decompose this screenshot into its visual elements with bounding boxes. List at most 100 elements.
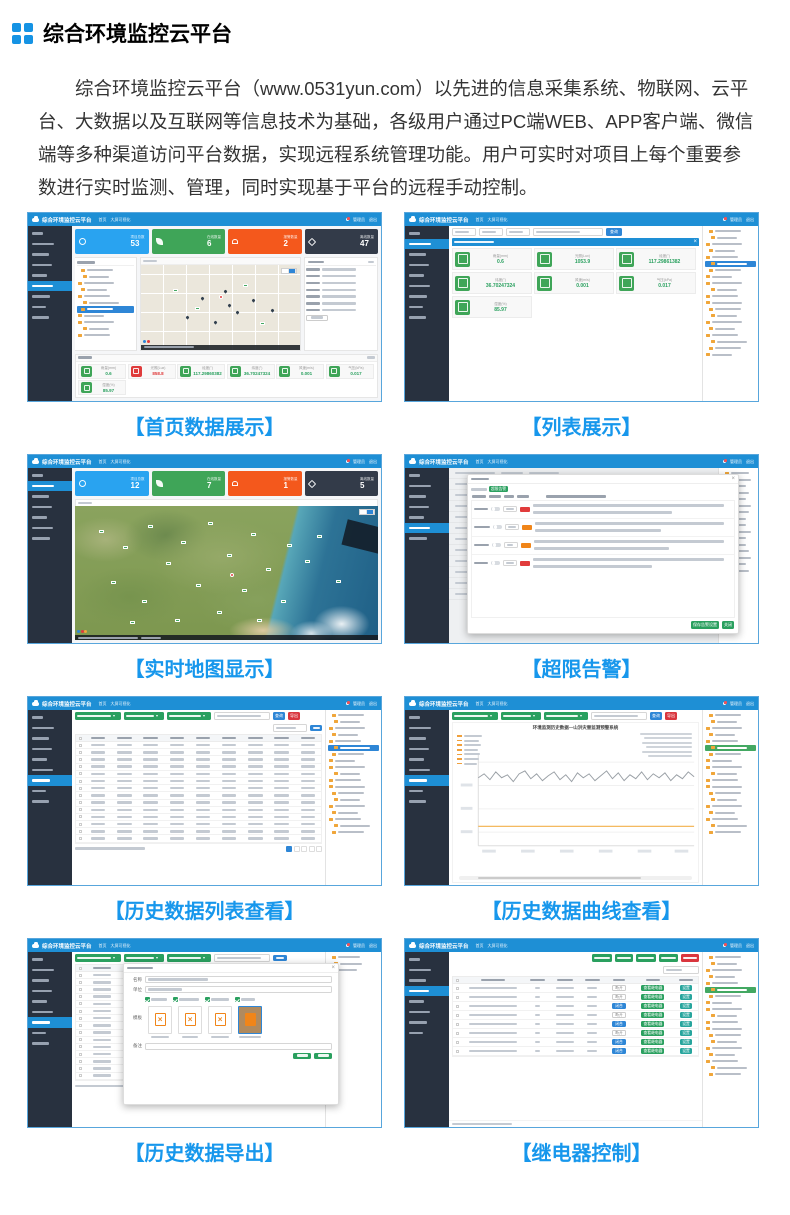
select-all-checkbox[interactable] [456,979,459,982]
tree-node[interactable] [705,1071,756,1078]
sidebar-menu[interactable] [28,468,72,643]
sidebar-item[interactable] [28,723,72,734]
tree-node[interactable] [705,816,756,823]
schedule-button[interactable]: 设置 [680,994,692,1000]
screenshot-relay-control[interactable]: 综合环境监控云平台 首页大屏可视化 管理员退出 [404,938,759,1128]
sidebar-item[interactable] [405,1028,449,1039]
nav-logout[interactable]: 退出 [746,459,754,465]
sidebar-item[interactable] [28,1007,72,1018]
sidebar-item[interactable] [28,291,72,302]
screenshot-history-export[interactable]: 综合环境监控云平台 首页大屏可视化 管理员退出 [27,938,382,1128]
sidebar-item[interactable] [28,765,72,776]
nav-menu-screen[interactable]: 大屏可视化 [111,217,131,223]
tree-node[interactable] [705,345,756,352]
stat-alarm[interactable]: 报警数量1 [228,471,302,496]
sidebar-item[interactable] [405,523,449,534]
relay-row[interactable]: 断开查看继电器设置 [453,1029,698,1038]
select-all-checkbox[interactable] [79,967,82,970]
filter-select[interactable] [479,228,503,236]
tree-node[interactable] [328,751,379,758]
tree-node[interactable] [705,293,756,300]
device-tree-panel[interactable] [702,952,758,1127]
tree-node[interactable] [705,803,756,810]
template-option-selected[interactable] [238,1006,262,1040]
row-checkbox[interactable] [79,1074,82,1077]
sidebar-item[interactable] [405,260,449,271]
schedule-button[interactable]: 设置 [680,985,692,991]
nav-logout[interactable]: 退出 [746,217,754,223]
relay-batch-button[interactable] [636,954,656,962]
sidebar-item[interactable] [405,723,449,734]
row-checkbox[interactable] [79,1060,82,1063]
row-checkbox[interactable] [456,1005,459,1008]
tree-node[interactable] [77,293,134,300]
table-row[interactable] [76,835,321,842]
schedule-button[interactable]: 设置 [680,1030,692,1036]
row-checkbox[interactable] [79,808,82,811]
sidebar-item[interactable] [28,1038,72,1049]
nav-user[interactable]: 管理员 [730,701,742,707]
tree-node[interactable] [705,980,756,987]
alarm-color-swatch[interactable] [520,507,530,512]
row-checkbox[interactable] [79,988,82,991]
tree-node[interactable] [328,790,379,797]
sidebar-item[interactable] [405,249,449,260]
sidebar-item[interactable] [405,239,449,250]
notification-bell-icon[interactable] [723,702,727,706]
relay-state-button[interactable]: 断开 [612,985,626,991]
stat-offline[interactable]: 离线数量5 [305,471,379,496]
select-all-checkbox[interactable] [79,737,82,740]
notification-bell-icon[interactable] [346,702,350,706]
row-checkbox[interactable] [79,787,82,790]
tree-node[interactable] [705,228,756,235]
row-checkbox[interactable] [79,1038,82,1041]
nav-user[interactable]: 管理员 [730,217,742,223]
sidebar-item[interactable] [28,965,72,976]
row-checkbox[interactable] [79,794,82,797]
row-checkbox[interactable] [79,837,82,840]
map-layer-switch[interactable] [359,509,375,515]
device-filter-tag[interactable] [544,712,588,720]
nav-user[interactable]: 管理员 [353,701,365,707]
sidebar-item[interactable] [405,786,449,797]
sidebar-item[interactable] [28,712,72,723]
sensor-card[interactable]: 气压(kPa)0.017 [326,364,374,379]
date-range-input[interactable] [214,712,270,720]
relay-state-button[interactable]: 断开 [612,994,626,1000]
sidebar-item[interactable] [405,228,449,239]
row-checkbox[interactable] [79,744,82,747]
stat-alarm[interactable]: 报警数量2 [228,229,302,254]
sidebar-item[interactable] [28,270,72,281]
alarm-color-swatch[interactable] [520,561,530,566]
sensor-card[interactable]: 经度(°)117.29860382 [177,364,225,379]
device-filter-tag[interactable] [75,712,121,720]
sidebar-item[interactable] [405,954,449,965]
table-search-input[interactable] [663,966,699,974]
query-button[interactable]: 查询 [606,228,622,236]
sidebar-item[interactable] [28,954,72,965]
device-filter-tag[interactable] [452,712,498,720]
screenshot-realtime-map[interactable]: 综合环境监控云平台 首页大屏可视化 管理员退出 项目总数12 在线数量7 报警数… [27,454,382,644]
screenshot-list-view[interactable]: 综合环境监控云平台 首页大屏可视化 管理员退出 查询 × 雨量(mm)0.6 [404,212,759,402]
nav-menu-screen[interactable]: 大屏可视化 [488,217,508,223]
sidebar-item[interactable] [28,481,72,492]
sidebar-item[interactable] [28,733,72,744]
sidebar-menu[interactable] [28,226,72,401]
tree-node[interactable] [77,332,134,339]
row-checkbox[interactable] [79,1045,82,1048]
sidebar-menu[interactable] [405,952,449,1127]
export-button[interactable]: 导出 [665,712,677,720]
stat-offline[interactable]: 离线数量47 [305,229,379,254]
screenshot-history-list[interactable]: 综合环境监控云平台 首页大屏可视化 管理员退出 查询 导出 [27,696,382,886]
row-checkbox[interactable] [79,823,82,826]
sidebar-menu[interactable] [28,710,72,885]
relay-state-button[interactable]: 闭合 [612,1039,626,1045]
table-row[interactable] [76,742,321,749]
alarm-color-swatch[interactable] [521,543,531,548]
sidebar-item[interactable] [28,807,72,818]
relay-row[interactable]: 断开查看继电器设置 [453,993,698,1002]
relay-state-button[interactable]: 断开 [612,1030,626,1036]
nav-menu-home[interactable]: 首页 [476,943,484,949]
tree-node[interactable] [705,1006,756,1013]
tree-node[interactable] [705,1019,756,1026]
